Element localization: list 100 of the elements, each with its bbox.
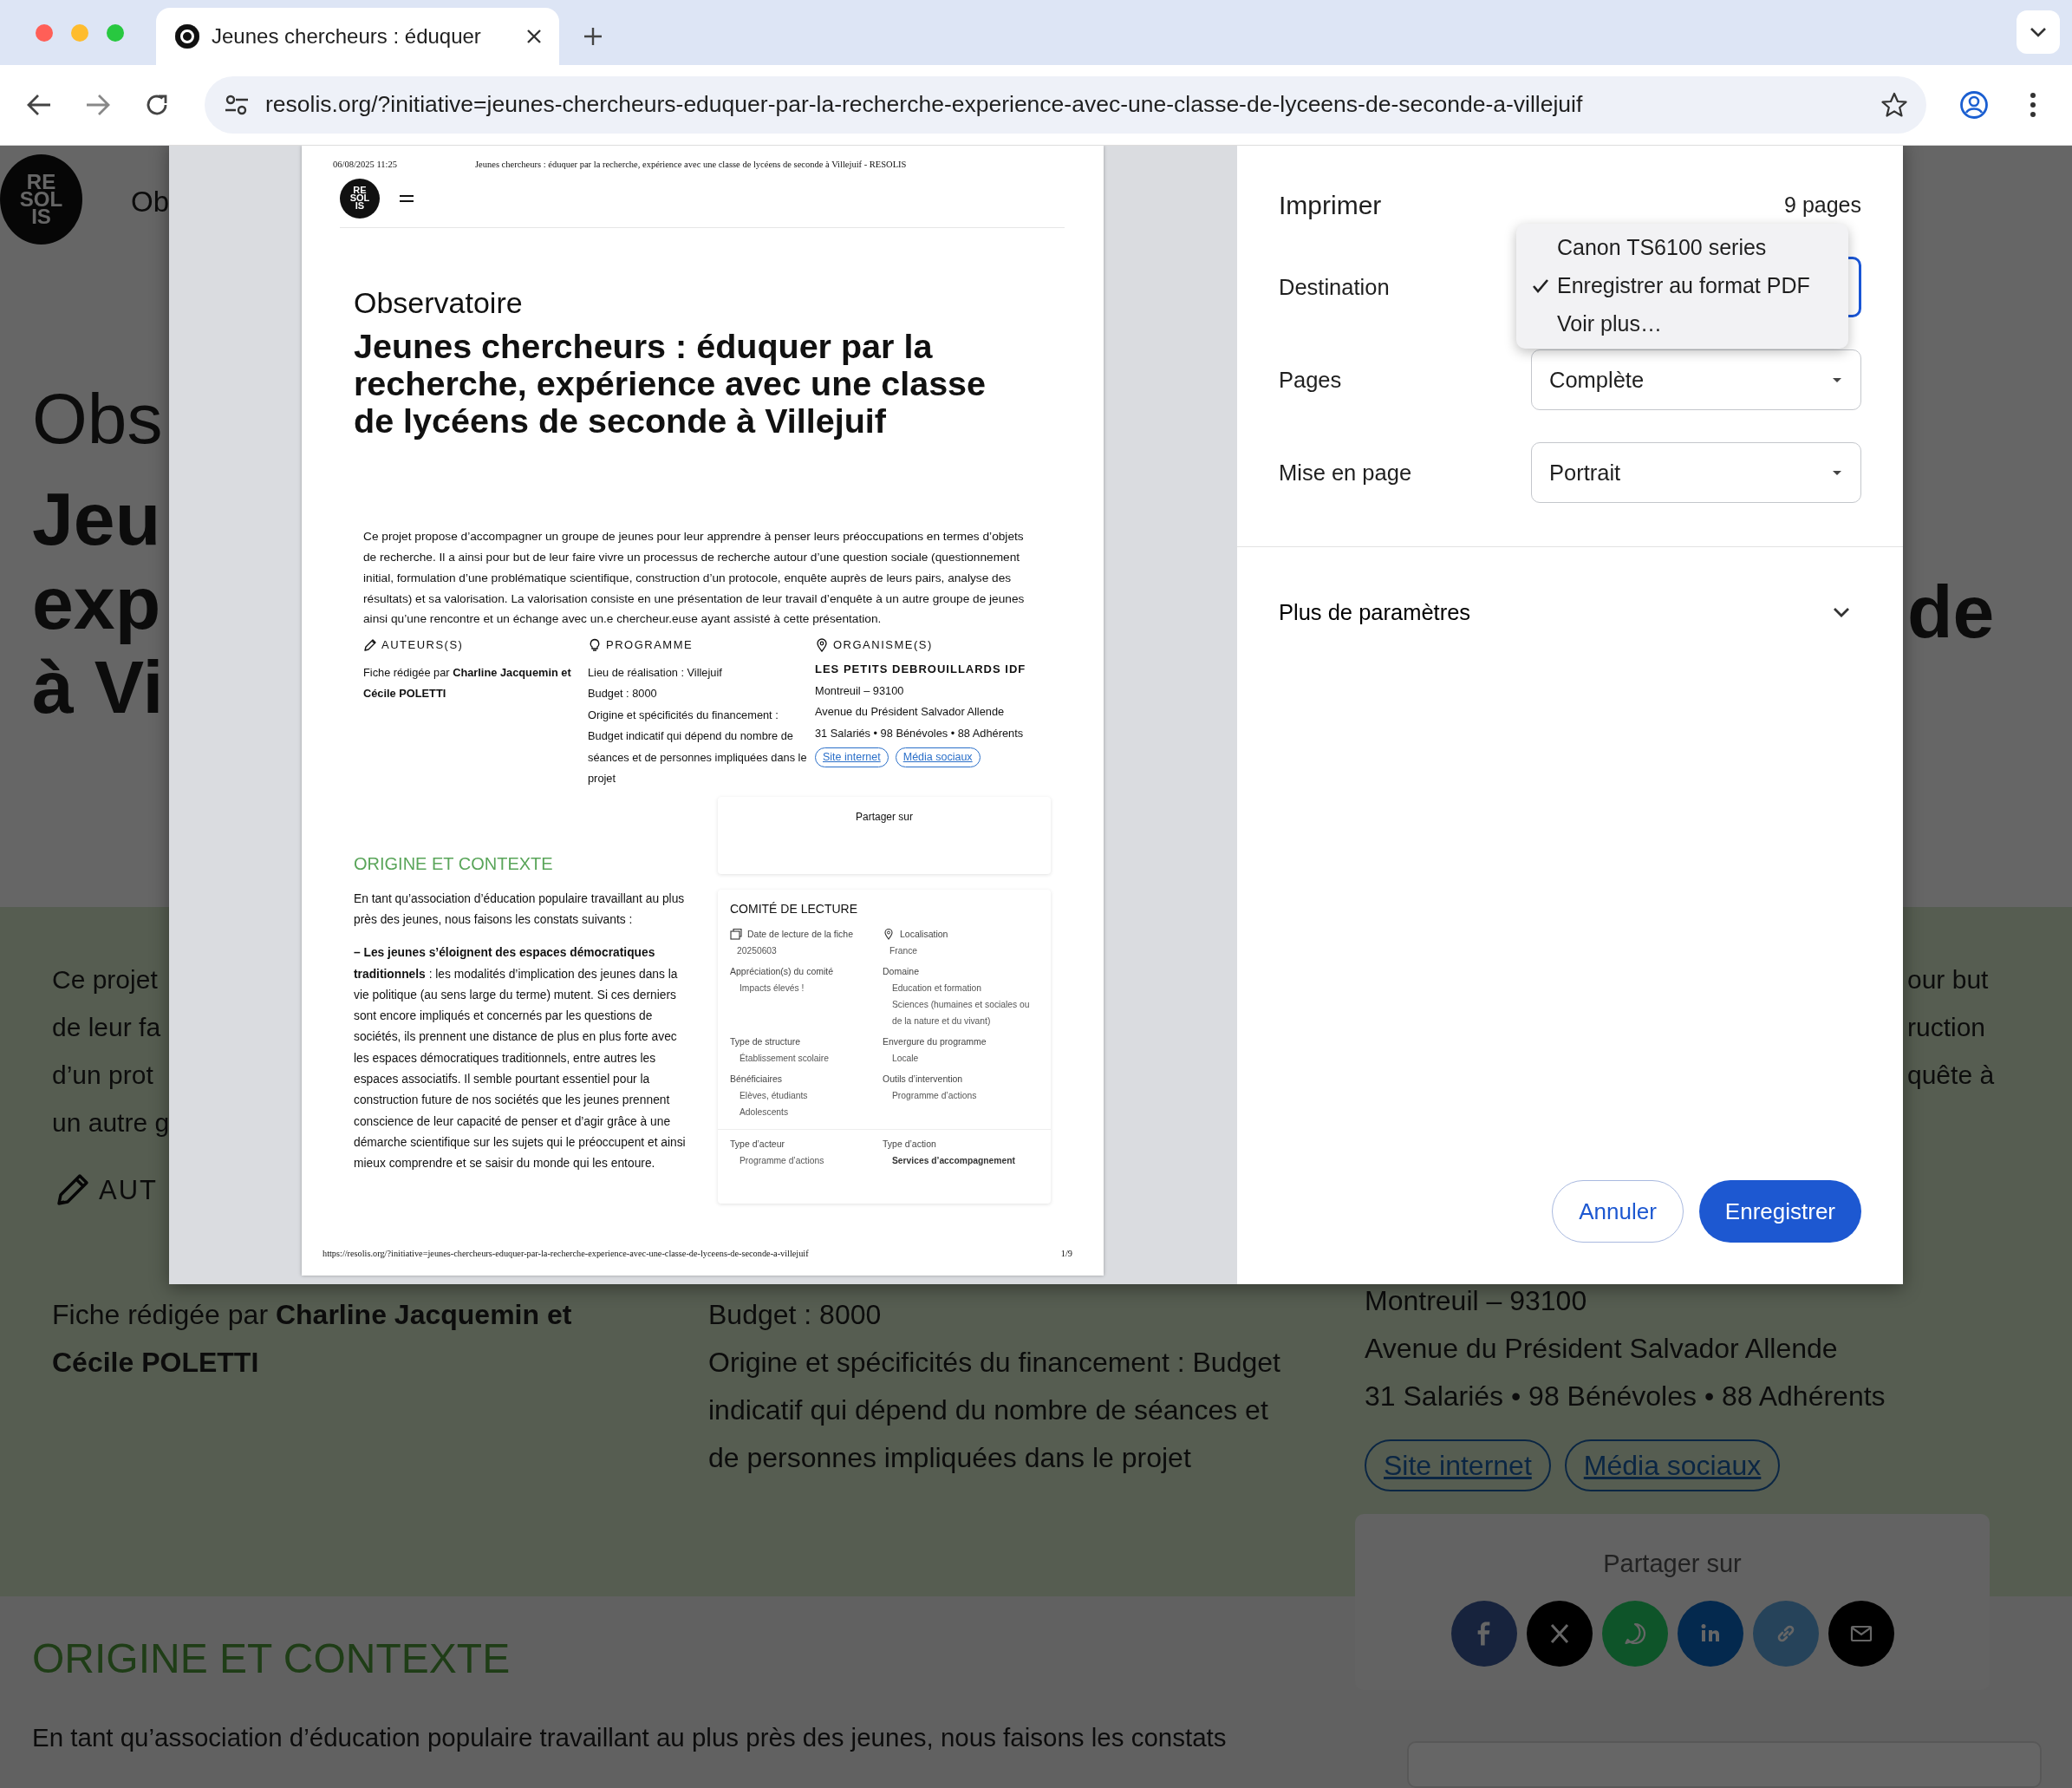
section-heading: ORIGINE ET CONTEXTE [354, 852, 554, 875]
field-label: Envergure du programme [883, 1034, 987, 1048]
column-text: Origine et spécificités du financement : Budget indicatif qui dépend du nombre de séances et de personnes impliquées dans le projet [588, 707, 808, 787]
site-logo: RE SOL IS [0, 154, 82, 245]
link-button[interactable]: Site internet [815, 747, 889, 767]
organisation-text: 31 Salariés • 98 Bénévoles • 88 Adhérents [1365, 1380, 1886, 1413]
setting-label: Pages [1279, 366, 1342, 394]
dialog-title: Imprimer [1279, 190, 1382, 221]
paragraph: En tant qu’association d’éducation populaire travaillant au plus près des jeunes, nous faisons les constats suivants : [354, 891, 686, 928]
share-label: Partager sur [856, 810, 913, 823]
field-value: Établissement scolaire [739, 1052, 830, 1065]
field-value: Programme d’actions [739, 1154, 825, 1167]
more-settings-toggle[interactable]: Plus de paramètres [1279, 596, 1861, 630]
select-field[interactable]: Complète [1531, 349, 1861, 410]
calendar-icon [730, 927, 742, 940]
field-label: Outils d’intervention [883, 1072, 963, 1086]
location-pin-icon [883, 927, 895, 940]
address-bar[interactable]: resolis.org/?initiative=jeunes-chercheurs-eduquer-par-la-recherche-experience-avec-une-classe-de-lyceens-de-seconde-a-villejuif [205, 76, 1926, 134]
column-heading: ORGANISME(S) [833, 637, 933, 654]
intro-text-fragment: ruction [1906, 1012, 1987, 1043]
back-arrow-icon [26, 94, 52, 116]
profile-icon [1959, 90, 1989, 120]
intro-text-fragment: our but [1906, 964, 1990, 995]
page-title-line: Jeu [32, 477, 162, 561]
column-text: Fiche rédigée par Charline Jacquemin et Cécile POLETTI [363, 664, 572, 702]
organisation-name: LES PETITS DEBROUILLARDS IDF [815, 662, 1027, 675]
link-button[interactable]: Média sociaux [895, 747, 981, 767]
programme-text: Origine et spécificités du financement : Budget indicatif qui dépend du nombre de séances et de personnes impliquées dans le projet [708, 1346, 1281, 1475]
paragraph: – Les jeunes s’éloignent des espaces démocratiques traditionnels : les modalités d’implication des jeunes dans la vie politique (au sens large du terme) mutent. Si ces derniers sont encore impliqués et concernés par les questions de sociétés, ils prennent une distance de plus en plus forte avec les espaces démocratiques traditionnels, entre autres les espaces associatifs. Il semble pourtant essentiel pour la construction future de nos sociétés que les jeunes prennent conscience de leur capacité de penser et d’agir grâce à une démarche scientifique sur les sujets qui le préoccupent et ainsi mieux comprendre et se saisir du monde qui les entoure. [354, 945, 687, 1172]
field-label: Domaine [883, 964, 920, 978]
column-heading: AUTEURS(S) [381, 637, 464, 654]
field-label: Type d’action [883, 1137, 936, 1151]
field-label: Localisation [900, 927, 948, 941]
page-number: 1/9 [1060, 1247, 1072, 1260]
pencil-icon [363, 637, 377, 652]
field-value: Adolescents [739, 1106, 790, 1119]
more-vertical-icon [2030, 92, 2036, 118]
field-value: Programme d’actions [891, 1089, 978, 1102]
column-text: Montreuil – 93100 [815, 682, 905, 699]
author-text: Fiche rédigée par Charline Jacquemin et Cécile POLETTI [52, 1298, 573, 1380]
site-logo: RE SOL IS [340, 178, 380, 219]
column-text: Budget : 8000 [588, 686, 658, 702]
print-footer-url: https://resolis.org/?initiative=jeunes-chercheurs-eduquer-par-la-recherche-experience-avec-une-classe-de-lyceens-de-seconde-a-villejuif [323, 1247, 809, 1260]
intro-text-fragment: Ce projet [51, 964, 159, 995]
programme-text: Budget : 8000 [708, 1298, 883, 1332]
field-value: Sciences (humaines et sociales ou de la nature et du vivant) [891, 998, 1031, 1028]
location-pin-icon [815, 637, 829, 652]
window-close-button[interactable] [36, 23, 53, 42]
menu-item[interactable]: Enregistrer au format PDF [1516, 267, 1848, 305]
field-label: Type de structure [730, 1034, 801, 1048]
organisation-text: Avenue du Président Salvador Allende [1365, 1332, 1839, 1366]
tab-search-button[interactable] [2017, 10, 2060, 54]
facebook-icon [1477, 1621, 1490, 1646]
window-zoom-button[interactable] [107, 23, 124, 42]
setting-label: Destination [1279, 273, 1390, 301]
field-label: Bénéficiaires [730, 1072, 783, 1086]
intro-text-fragment: quête à [1906, 1060, 1996, 1091]
new-tab-icon[interactable] [582, 25, 604, 48]
summary-paragraph: Ce projet propose d’accompagner un groupe de jeunes pour leur apprendre à penser leurs préoccupations en termes d’objets de recherche. Il a ainsi pour but de leur faire vivre un processus de recherche autour d’une question sociale (questionnement initial, formulation d’une problématique scientifique, construction d’un protocole, enquête auprès de leurs pairs, analyse des résultats) et sa valorisation. La valorisation consiste en une présentation de leur travail d’enquête à un autre groupe de jeunes ainsi qu’une rencontre et un échange avec un.e chercheur.euse ayant assisté à cette présentation. [363, 529, 1026, 628]
field-label: Type d’acteur [730, 1137, 785, 1151]
page-title-line: exp [32, 561, 162, 645]
share-label: Partager sur [1603, 1549, 1742, 1579]
field-value: Education et formation [891, 982, 983, 995]
browser-tab[interactable]: Jeunes chercheurs : éduquer [156, 8, 559, 65]
page-count: 9 pages [1784, 191, 1861, 219]
page-title-line: de [1907, 570, 1996, 654]
site-settings-icon [224, 94, 250, 116]
star-icon[interactable] [1881, 92, 1907, 118]
field-label: Appréciation(s) du comité [730, 964, 834, 978]
logo-icon [175, 24, 199, 49]
print-date: 06/08/2025 11:25 [333, 159, 397, 171]
chevron-down-icon [2029, 26, 2048, 38]
cancel-button[interactable]: Annuler [1552, 1180, 1684, 1243]
field-label: Date de lecture de la fiche [747, 927, 853, 941]
save-button[interactable]: Enregistrer [1698, 1180, 1861, 1243]
column-text: Avenue du Président Salvador Allende [815, 704, 1006, 721]
select-field[interactable]: Portrait [1531, 442, 1861, 503]
field-value: France [889, 944, 919, 957]
field-value: Services d’accompagnement [891, 1154, 1016, 1167]
card-title: COMITÉ DE LECTURE [730, 900, 858, 917]
intro-text-fragment: de leur fa [51, 1012, 162, 1043]
forward-arrow-icon [85, 94, 111, 116]
field-value: 20250603 [736, 944, 778, 957]
intro-text-fragment: un autre g [51, 1107, 169, 1139]
menu-icon [399, 193, 414, 203]
section-heading: AUT [99, 1174, 158, 1207]
article-title: Jeunes chercheurs : éduquer par la recherche, expérience avec une classe de lycéens de seconde à Villejuif [354, 328, 987, 440]
field-value: Impacts élevés ! [739, 982, 805, 995]
print-header-title: Jeunes chercheurs : éduquer par la recherche, expérience avec une classe de lycéens de seconde à Villejuif - RESOLIS [475, 159, 907, 171]
page-section-title: Obs [32, 383, 164, 454]
section-heading: ORIGINE ET CONTEXTE [32, 1638, 511, 1680]
lightbulb-icon [588, 637, 602, 652]
organisation-text: Montreuil – 93100 [1365, 1284, 1588, 1318]
caret-icon [1831, 468, 1843, 477]
setting-label: Mise en page [1279, 459, 1412, 486]
menu-item[interactable]: Voir plus… [1516, 305, 1848, 343]
page-title-line: à Vi [32, 645, 165, 729]
section-title: Observatoire [354, 286, 524, 320]
menu-item[interactable]: Canon TS6100 series [1516, 229, 1848, 267]
paragraph: En tant qu’association d’éducation populaire travaillant au plus près des jeunes, nous faisons les constats [32, 1722, 1228, 1753]
